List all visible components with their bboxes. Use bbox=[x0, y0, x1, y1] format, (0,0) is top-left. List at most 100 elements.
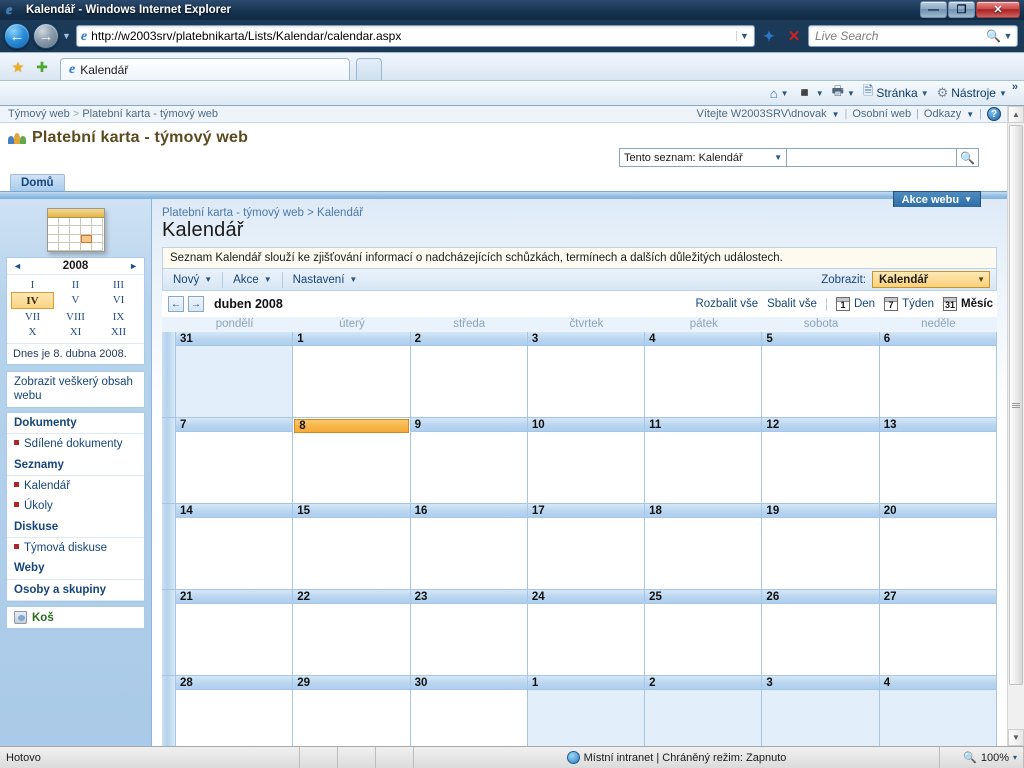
personal-site-link[interactable]: Osobní web bbox=[852, 108, 911, 120]
mini-calendar-month-XI[interactable]: XI bbox=[54, 324, 97, 339]
mini-calendar-month-III[interactable]: III bbox=[97, 277, 140, 292]
calendar-day-cell[interactable]: 17 bbox=[527, 504, 646, 590]
calendar-day-cell[interactable]: 1 bbox=[293, 332, 411, 418]
calendar-day-cell[interactable]: 14 bbox=[176, 504, 294, 590]
calendar-day-cell[interactable]: 16 bbox=[410, 504, 528, 590]
chevron-down-icon[interactable]: ▼ bbox=[774, 153, 786, 162]
calendar-day-events[interactable] bbox=[645, 432, 761, 503]
calendar-day-cell[interactable]: 18 bbox=[645, 504, 763, 590]
calendar-day-cell[interactable]: 15 bbox=[293, 504, 411, 590]
new-menu-button[interactable]: Nový ▼ bbox=[163, 269, 222, 291]
calendar-day-events[interactable] bbox=[645, 604, 761, 675]
chevron-down-icon[interactable]: ▼ bbox=[832, 110, 840, 119]
calendar-day-events[interactable] bbox=[411, 604, 527, 675]
global-breadcrumb-root[interactable]: Týmový web bbox=[8, 108, 70, 120]
calendar-day-events[interactable] bbox=[880, 690, 996, 746]
mini-calendar-month-I[interactable]: I bbox=[11, 277, 54, 292]
view-week-button[interactable]: 7 Týden bbox=[884, 297, 934, 311]
actions-menu-button[interactable]: Akce ▼ bbox=[223, 269, 282, 291]
mini-calendar-month-II[interactable]: II bbox=[54, 277, 97, 292]
calendar-day-cell[interactable]: 29 bbox=[293, 676, 411, 746]
home-button[interactable]: ⌂ ▼ bbox=[767, 82, 792, 104]
links-menu[interactable]: Odkazy bbox=[924, 108, 961, 120]
refresh-button[interactable]: ✦ bbox=[758, 25, 780, 47]
calendar-day-cell[interactable]: 30 bbox=[410, 676, 528, 746]
quick-launch-item-2-0[interactable]: Týmová diskuse bbox=[7, 538, 144, 558]
calendar-day-events[interactable] bbox=[411, 518, 527, 589]
expand-all-link[interactable]: Rozbalit vše bbox=[695, 298, 758, 310]
tab-home[interactable]: Domů bbox=[10, 174, 65, 191]
stop-button[interactable]: ✕ bbox=[783, 25, 805, 47]
calendar-day-cell[interactable]: 3 bbox=[527, 332, 646, 418]
address-bar[interactable]: e http://w2003srv/platebnikarta/Lists/Ka… bbox=[75, 25, 755, 47]
calendar-day-cell[interactable]: 1 bbox=[527, 676, 646, 746]
calendar-day-cell[interactable]: 11 bbox=[645, 418, 763, 504]
calendar-day-events[interactable] bbox=[293, 346, 409, 417]
mini-calendar-month-X[interactable]: X bbox=[11, 324, 54, 339]
calendar-day-cell[interactable]: 2 bbox=[645, 676, 763, 746]
chevron-down-icon[interactable]: ▼ bbox=[781, 89, 789, 98]
calendar-day-cell[interactable]: 19 bbox=[762, 504, 880, 590]
calendar-day-events[interactable] bbox=[880, 518, 996, 589]
search-icon[interactable]: 🔍 bbox=[986, 29, 1001, 43]
calendar-day-events[interactable] bbox=[293, 518, 409, 589]
search-input[interactable] bbox=[787, 148, 957, 167]
page-scrollbar[interactable]: ▲ ▼ bbox=[1007, 106, 1024, 746]
chevron-down-icon[interactable]: ▼ bbox=[921, 89, 929, 98]
tools-menu-button[interactable]: ⚙ Nástroje ▼ bbox=[934, 82, 1010, 104]
security-zone[interactable]: Místní intranet | Chráněný režim: Zapnut… bbox=[414, 746, 940, 768]
close-button[interactable]: ✕ bbox=[976, 1, 1020, 18]
mini-calendar-month-IV[interactable]: IV bbox=[11, 292, 54, 309]
calendar-day-events[interactable] bbox=[762, 518, 878, 589]
mini-calendar-month-IX[interactable]: IX bbox=[97, 309, 140, 324]
calendar-day-events[interactable] bbox=[645, 518, 761, 589]
calendar-prev-button[interactable]: ← bbox=[168, 296, 184, 312]
calendar-day-events[interactable] bbox=[528, 432, 644, 503]
welcome-user-menu[interactable]: Vítejte W2003SRV\dnovak bbox=[697, 108, 827, 120]
quick-launch-link[interactable]: Sdílené dokumenty bbox=[24, 438, 122, 450]
calendar-day-cell[interactable]: 5 bbox=[762, 332, 880, 418]
scroll-down-button[interactable]: ▼ bbox=[1008, 729, 1024, 746]
forward-button[interactable]: → bbox=[33, 23, 59, 49]
chevron-down-icon[interactable]: ▼ bbox=[816, 89, 824, 98]
live-search-box[interactable]: Live Search 🔍 ▼ bbox=[808, 25, 1018, 47]
calendar-day-cell[interactable]: 26 bbox=[762, 590, 880, 676]
calendar-day-events[interactable] bbox=[762, 346, 878, 417]
calendar-day-events[interactable] bbox=[293, 434, 409, 503]
quick-launch-item-1-0[interactable]: Kalendář bbox=[7, 476, 144, 496]
calendar-day-cell[interactable]: 13 bbox=[879, 418, 997, 504]
favorites-icon[interactable]: ★ bbox=[6, 54, 30, 80]
calendar-day-cell[interactable]: 25 bbox=[645, 590, 763, 676]
back-button[interactable]: ← bbox=[4, 23, 30, 49]
calendar-day-events[interactable] bbox=[880, 346, 996, 417]
chevron-down-icon[interactable]: ▼ bbox=[966, 110, 974, 119]
calendar-day-events[interactable] bbox=[293, 690, 409, 746]
help-icon[interactable]: ? bbox=[987, 107, 1001, 121]
calendar-day-events[interactable] bbox=[411, 690, 527, 746]
view-month-button[interactable]: 31 Měsíc bbox=[943, 297, 993, 311]
calendar-day-events[interactable] bbox=[645, 346, 761, 417]
calendar-day-events[interactable] bbox=[762, 604, 878, 675]
view-all-site-content-link[interactable]: Zobrazit veškerý obsah webu bbox=[7, 372, 144, 407]
calendar-day-events[interactable] bbox=[176, 604, 292, 675]
calendar-day-events[interactable] bbox=[528, 346, 644, 417]
calendar-day-cell[interactable]: 20 bbox=[879, 504, 997, 590]
mini-calendar-month-VIII[interactable]: VIII bbox=[54, 309, 97, 324]
calendar-day-events[interactable] bbox=[645, 690, 761, 746]
calendar-day-events[interactable] bbox=[411, 346, 527, 417]
recent-pages-caret-icon[interactable]: ▼ bbox=[62, 31, 71, 41]
calendar-day-events[interactable] bbox=[528, 604, 644, 675]
calendar-day-cell[interactable]: 4 bbox=[645, 332, 763, 418]
mini-calendar-month-XII[interactable]: XII bbox=[97, 324, 140, 339]
search-provider-caret-icon[interactable]: ▼ bbox=[1001, 31, 1015, 41]
calendar-day-cell[interactable]: 10 bbox=[527, 418, 646, 504]
mini-calendar-month-V[interactable]: V bbox=[54, 292, 97, 309]
scrollbar-track[interactable] bbox=[1008, 123, 1024, 729]
calendar-day-cell[interactable]: 8 bbox=[293, 418, 411, 504]
calendar-day-events[interactable] bbox=[293, 604, 409, 675]
scrollbar-thumb[interactable] bbox=[1009, 125, 1023, 685]
calendar-day-events[interactable] bbox=[411, 432, 527, 503]
calendar-day-cell[interactable]: 4 bbox=[879, 676, 997, 746]
feeds-button[interactable]: ◾ ▼ bbox=[794, 82, 827, 104]
quick-launch-item-1-1[interactable]: Úkoly bbox=[7, 496, 144, 516]
